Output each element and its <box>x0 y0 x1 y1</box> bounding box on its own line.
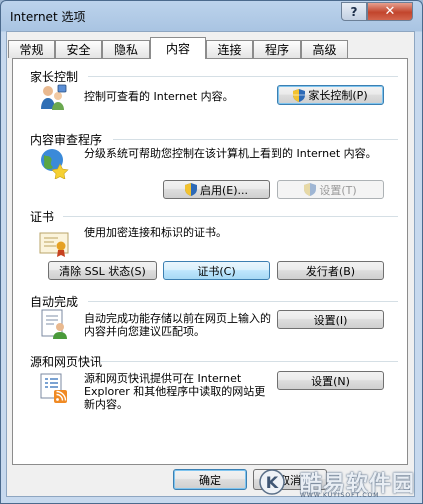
help-button[interactable]: ? <box>341 2 367 21</box>
publishers-button[interactable]: 发行者(B) <box>277 261 384 280</box>
help-icon: ? <box>350 4 358 19</box>
section-divider <box>113 139 398 140</box>
window-title: Internet 选项 <box>10 10 86 24</box>
ok-button[interactable]: 确定 <box>173 469 247 490</box>
certificates-description: 使用加密连接和标识的证书。 <box>84 226 227 239</box>
feeds-description: 源和网页快讯提供可在 Internet Explorer 和其他程序中读取的网站… <box>84 372 266 411</box>
certificate-icon <box>39 232 69 257</box>
feeds-settings-button[interactable]: 设置(N) <box>277 371 384 390</box>
section-divider <box>88 76 398 77</box>
content-advisor-settings-button[interactable]: 设置(T) <box>277 180 384 199</box>
content-advisor-globe-icon <box>41 149 69 179</box>
feeds-icon <box>40 373 67 403</box>
certificates-button[interactable]: 证书(C) <box>163 261 270 280</box>
autocomplete-description: 自动完成功能存储以前在网页上输入的内容并向您建议匹配项。 <box>84 312 271 338</box>
section-divider <box>88 301 398 302</box>
close-button[interactable]: ✕ <box>367 2 413 21</box>
content-advisor-heading: 内容审查程序 <box>30 133 103 147</box>
uac-shield-icon <box>184 183 197 196</box>
tab-advanced[interactable]: 高级 <box>301 40 348 58</box>
uac-shield-icon <box>293 88 306 102</box>
tab-privacy[interactable]: 隐私 <box>102 40 150 58</box>
certificates-heading: 证书 <box>30 210 55 224</box>
svg-text:K: K <box>266 473 279 492</box>
parental-controls-description: 控制可查看的 Internet 内容。 <box>84 90 234 103</box>
autocomplete-icon <box>41 309 67 339</box>
content-advisor-description: 分级系统可帮助您控制在该计算机上看到的 Internet 内容。 <box>84 147 377 160</box>
parental-controls-icon <box>41 84 67 110</box>
content-advisor-enable-button[interactable]: 启用(E)... <box>163 180 270 199</box>
clear-ssl-state-button[interactable]: 清除 SSL 状态(S) <box>48 261 157 280</box>
feeds-heading: 源和网页快讯 <box>30 355 103 369</box>
watermark-url: WWW.KUYISOFT.COM <box>300 492 380 499</box>
autocomplete-settings-button[interactable]: 设置(I) <box>277 310 384 329</box>
close-icon: ✕ <box>384 4 396 19</box>
tab-security[interactable]: 安全 <box>55 40 102 58</box>
uac-shield-icon <box>304 183 317 196</box>
section-divider <box>100 361 398 362</box>
parental-controls-button[interactable]: 家长控制(P) <box>277 85 384 105</box>
tab-general[interactable]: 常规 <box>8 40 55 58</box>
tab-content[interactable]: 内容 <box>150 37 206 59</box>
tab-programs[interactable]: 程序 <box>253 40 301 58</box>
title-bar[interactable]: Internet 选项 ? ✕ <box>1 1 422 31</box>
tab-connections[interactable]: 连接 <box>206 40 253 58</box>
section-divider <box>63 216 398 217</box>
